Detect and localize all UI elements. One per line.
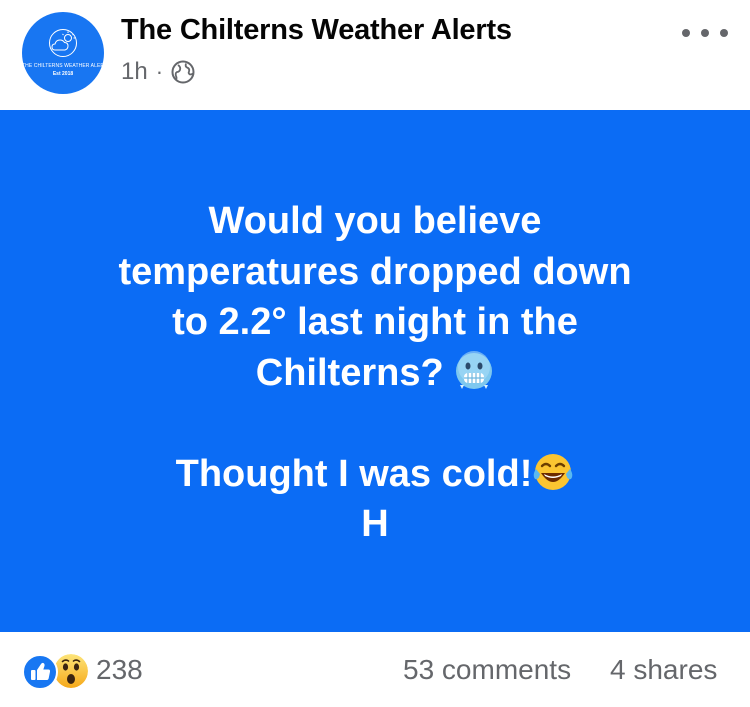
post-footer: 238 53 comments 4 shares (0, 632, 750, 707)
card-line-2: temperatures dropped down (118, 250, 632, 293)
page-name-link[interactable]: The Chilterns Weather Alerts (121, 14, 512, 47)
text-card[interactable]: Would you believe temperatures dropped d… (0, 110, 750, 632)
post-header: THE CHILTERNS WEATHER ALERTS Est 2018 Th… (0, 0, 750, 110)
reactions-summary[interactable]: 238 (22, 652, 143, 690)
card-line-3: to 2.2° last night in the (172, 301, 578, 343)
card-line-6: H (361, 503, 389, 545)
meta-separator: · (155, 59, 164, 84)
like-icon (22, 654, 58, 690)
thumbs-up-glyph (31, 662, 51, 680)
comments-link[interactable]: 53 comments (403, 654, 571, 686)
card-line-1: Would you believe (208, 200, 542, 242)
card-line-5-text: Thought I was cold! (175, 452, 533, 495)
card-line-4-text: Chilterns? (255, 351, 444, 394)
card-text: Would you believe temperatures dropped d… (0, 196, 750, 550)
more-dot (701, 29, 709, 37)
post-timestamp[interactable]: 1h (121, 58, 148, 86)
more-horizontal-icon (682, 29, 690, 37)
page-avatar[interactable]: THE CHILTERNS WEATHER ALERTS Est 2018 (22, 12, 104, 94)
card-blank-line (0, 398, 750, 449)
laughing-tears-emoji (534, 454, 573, 491)
card-line-5: Thought I was cold! (0, 449, 750, 500)
avatar-logo-est: Est 2018 (52, 71, 74, 77)
globe-icon[interactable] (171, 60, 195, 84)
avatar-logo-text: THE CHILTERNS WEATHER ALERTS (22, 63, 104, 69)
reaction-count: 238 (96, 654, 143, 685)
more-options-button[interactable] (682, 18, 728, 48)
shares-link[interactable]: 4 shares (610, 654, 717, 686)
reaction-icons (22, 652, 90, 690)
sun-cloud-icon (49, 29, 77, 57)
card-line-4: Chilterns? (0, 348, 750, 399)
more-dot (720, 29, 728, 37)
cold-face-emoji (456, 351, 493, 390)
facebook-post: THE CHILTERNS WEATHER ALERTS Est 2018 Th… (0, 0, 750, 707)
post-meta: 1h · (121, 56, 195, 88)
